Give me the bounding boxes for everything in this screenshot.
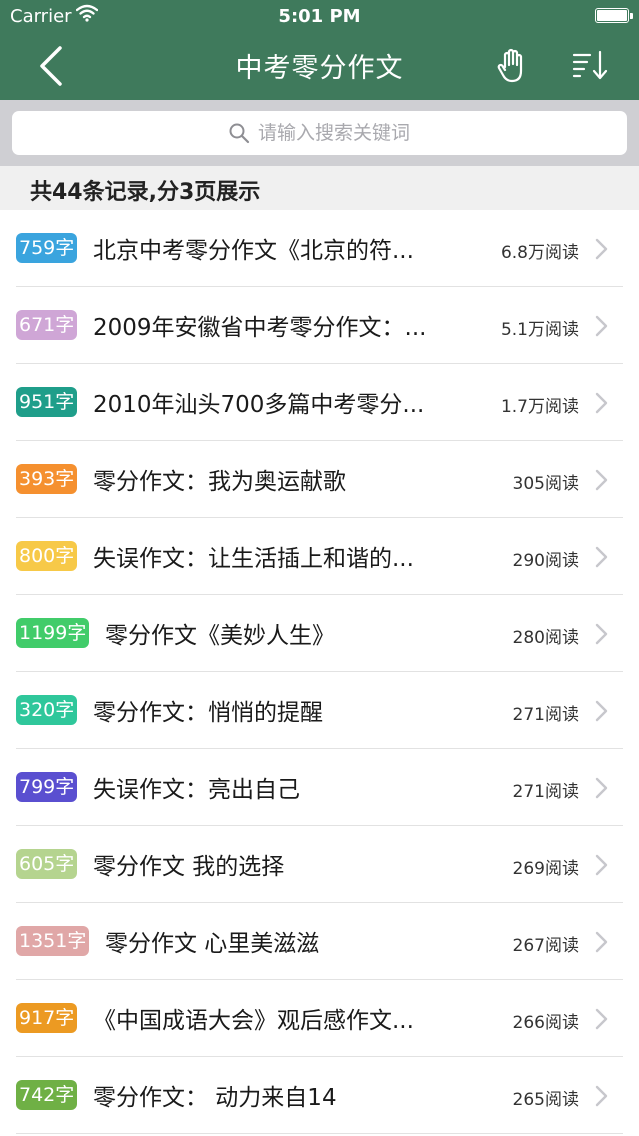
word-count-badge: 1199字 xyxy=(16,618,90,648)
page-title: 中考零分作文 xyxy=(235,53,404,84)
chevron-right-icon xyxy=(595,623,608,645)
list-item[interactable]: 917字 《中国成语大会》观后感作文... 266阅读 xyxy=(0,980,639,1057)
list-item[interactable]: 742字 零分作文： 动力来自14 265阅读 xyxy=(0,1057,639,1134)
article-title: 零分作文：我为奥运献歌 xyxy=(93,469,346,495)
list-item[interactable]: 759字 北京中考零分作文《北京的符... 6.8万阅读 xyxy=(0,210,639,287)
word-count-badge: 799字 xyxy=(16,772,78,802)
chevron-right-icon xyxy=(595,238,608,260)
read-count: 6.8万阅读 xyxy=(500,243,579,263)
chevron-right-icon xyxy=(595,777,608,799)
read-count: 5.1万阅读 xyxy=(500,320,579,340)
article-title: 失误作文：让生活插上和谐的... xyxy=(93,546,414,572)
status-time: 5:01 PM xyxy=(278,6,361,27)
list-item[interactable]: 1199字 零分作文《美妙人生》 280阅读 xyxy=(0,595,639,672)
search-box[interactable] xyxy=(12,111,627,155)
word-count-badge: 605字 xyxy=(16,849,78,879)
hand-button[interactable] xyxy=(492,46,532,86)
read-count: 265阅读 xyxy=(512,1090,579,1110)
record-summary-text: 共44条记录,分3页展示 xyxy=(30,180,261,205)
article-title: 零分作文 我的选择 xyxy=(93,854,285,880)
word-count-badge: 1351字 xyxy=(16,926,90,956)
status-bar: Carrier 5:01 PM xyxy=(0,0,639,34)
article-title: 北京中考零分作文《北京的符... xyxy=(93,238,414,264)
chevron-right-icon xyxy=(595,700,608,722)
word-count-badge: 393字 xyxy=(16,464,78,494)
article-title: 零分作文： 动力来自14 xyxy=(93,1085,337,1111)
list-item[interactable]: 671字 2009年安徽省中考零分作文：... 5.1万阅读 xyxy=(0,287,639,364)
list-item[interactable]: 951字 2010年汕头700多篇中考零分... 1.7万阅读 xyxy=(0,364,639,441)
article-list: 759字 北京中考零分作文《北京的符... 6.8万阅读 671字 2009年安… xyxy=(0,210,639,1134)
search-bar xyxy=(0,100,639,166)
battery-icon xyxy=(595,8,633,23)
list-item[interactable]: 605字 零分作文 我的选择 269阅读 xyxy=(0,826,639,903)
article-title: 2010年汕头700多篇中考零分... xyxy=(93,392,425,418)
word-count-badge: 671字 xyxy=(16,310,78,340)
record-summary: 共44条记录,分3页展示 xyxy=(0,166,639,210)
word-count-badge: 917字 xyxy=(16,1003,78,1033)
sort-icon xyxy=(572,50,608,80)
word-count-badge: 742字 xyxy=(16,1080,78,1110)
article-title: 失误作文：亮出自己 xyxy=(93,777,300,803)
read-count: 1.7万阅读 xyxy=(500,397,579,417)
article-title: 《中国成语大会》观后感作文... xyxy=(93,1008,414,1034)
read-count: 267阅读 xyxy=(512,936,579,956)
hand-icon xyxy=(497,48,523,83)
read-count: 266阅读 xyxy=(512,1013,579,1033)
read-count: 290阅读 xyxy=(512,551,579,571)
article-title: 零分作文：悄悄的提醒 xyxy=(93,700,323,726)
read-count: 269阅读 xyxy=(512,859,579,879)
navigation-bar: 中考零分作文 xyxy=(0,34,639,100)
read-count: 271阅读 xyxy=(512,705,579,725)
chevron-right-icon xyxy=(595,1085,608,1107)
list-item[interactable]: 393字 零分作文：我为奥运献歌 305阅读 xyxy=(0,441,639,518)
sort-button[interactable] xyxy=(568,46,612,86)
word-count-badge: 320字 xyxy=(16,695,78,725)
article-title: 零分作文《美妙人生》 xyxy=(105,623,335,649)
chevron-right-icon xyxy=(595,469,608,491)
word-count-badge: 800字 xyxy=(16,541,78,571)
back-button[interactable] xyxy=(30,40,74,90)
list-item[interactable]: 1351字 零分作文 心里美滋滋 267阅读 xyxy=(0,903,639,980)
read-count: 271阅读 xyxy=(512,782,579,802)
read-count: 280阅读 xyxy=(512,628,579,648)
chevron-right-icon xyxy=(595,315,608,337)
chevron-right-icon xyxy=(595,854,608,876)
search-input[interactable] xyxy=(258,111,598,155)
list-item[interactable]: 320字 零分作文：悄悄的提醒 271阅读 xyxy=(0,672,639,749)
list-item[interactable]: 800字 失误作文：让生活插上和谐的... 290阅读 xyxy=(0,518,639,595)
read-count: 305阅读 xyxy=(512,474,579,494)
article-title: 零分作文 心里美滋滋 xyxy=(105,931,320,957)
app-header: Carrier 5:01 PM 中考零分作文 xyxy=(0,0,639,100)
word-count-badge: 759字 xyxy=(16,233,78,263)
list-item[interactable]: 799字 失误作文：亮出自己 271阅读 xyxy=(0,749,639,826)
chevron-right-icon xyxy=(595,392,608,414)
chevron-right-icon xyxy=(595,1008,608,1030)
chevron-right-icon xyxy=(595,931,608,953)
word-count-badge: 951字 xyxy=(16,387,78,417)
chevron-right-icon xyxy=(595,546,608,568)
search-icon xyxy=(229,123,250,144)
article-title: 2009年安徽省中考零分作文：... xyxy=(93,315,427,341)
chevron-left-icon xyxy=(40,46,62,86)
